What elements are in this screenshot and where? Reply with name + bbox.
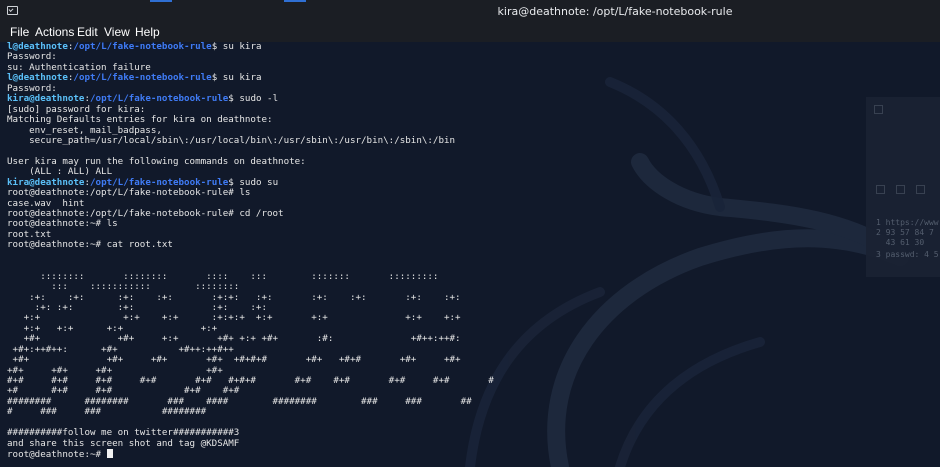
output-text: # ### ### ######## [7, 406, 207, 418]
terminal-line: root@deathnote:~# ls [7, 219, 494, 229]
window-icon [874, 105, 883, 114]
window-title: kira@deathnote: /opt/L/fake-notebook-rul… [497, 5, 733, 18]
output-text: :+: :+: :+: :+: :+:+: :+: :+: :+: :+: :+… [7, 291, 461, 303]
toolbar-icon [896, 185, 905, 194]
output-text: ######## ######## ### #### ######## ### … [7, 395, 472, 407]
menu-edit[interactable]: Edit [77, 25, 98, 39]
panel-row: 3 passwd: 4 5 [876, 250, 939, 259]
toolbar-icon [876, 185, 885, 194]
output-text: +:+ +:+ +:+ :+:+:+ +:+ +:+ +:+ +:+ [7, 312, 461, 324]
output-text: root@deathnote:~# cat root.txt [7, 239, 173, 251]
output-text: Matching Defaults entries for kira on de… [7, 114, 273, 126]
prompt-path: /opt/L/fake-notebook-rule [90, 93, 229, 105]
output-text: root@deathnote:~# ls [7, 218, 118, 230]
terminal-line: l@deathnote:/opt/L/fake-notebook-rule$ s… [7, 42, 494, 52]
output-text: :::::::: :::::::: :::: ::: ::::::: :::::… [7, 270, 439, 282]
output-text: secure_path=/usr/local/sbin\:/usr/local/… [7, 134, 456, 146]
toolbar-icon [916, 185, 925, 194]
output-text: root@deathnote:~# [7, 449, 107, 461]
command-text: sudo su [233, 176, 279, 188]
panel-row: 43 61 30 [876, 238, 925, 247]
output-text: and share this screen shot and tag @KDSA… [7, 437, 240, 449]
background-window: 1 https://www. 2 93 57 84 7 43 61 30 3 p… [866, 97, 940, 277]
terminal-line: root@deathnote:~# [7, 449, 494, 461]
command-text: su kira [217, 42, 262, 52]
output-text: ##########follow me on twitter##########… [7, 427, 240, 439]
panel-row: 2 93 57 84 7 [876, 228, 934, 237]
prompt-user: l@deathnote [7, 72, 68, 84]
prompt-user: kira@deathnote [7, 176, 85, 188]
output-text: (ALL : ALL) ALL [7, 166, 113, 178]
command-text: su kira [217, 72, 262, 84]
terminal-output: l@deathnote:/opt/L/fake-notebook-rule$ s… [7, 42, 494, 460]
output-text: +:+ +:+ +:+ +:+ [7, 322, 218, 334]
prompt-path: /opt/L/fake-notebook-rule [73, 42, 212, 52]
output-text: Password: [7, 51, 57, 63]
output-text: +#+:++#++: +#+ +#++:++#++ [7, 343, 234, 355]
output-text: +# #+# #+# #+# #+# [7, 385, 240, 397]
menu-file[interactable]: File [10, 25, 29, 39]
terminal-line: and share this screen shot and tag @KDSA… [7, 437, 494, 449]
output-text: ::: ::::::::::: :::::::: [7, 281, 240, 293]
output-text: env_reset, mail_badpass, [7, 124, 162, 136]
menu-actions[interactable]: Actions [35, 25, 74, 39]
menu-bar: File Actions Edit View Help [0, 24, 940, 42]
command-text: sudo -l [233, 93, 279, 105]
output-text: Password: [7, 82, 57, 94]
prompt-path: /opt/L/fake-notebook-rule [73, 72, 212, 84]
output-text: root@deathnote:/opt/L/fake-notebook-rule… [7, 187, 251, 199]
terminal-line: # ### ### ######## [7, 407, 494, 417]
output-text: su: Authentication failure [7, 61, 151, 73]
output-text: +#+ +#+ +#+ +#+ [7, 364, 223, 376]
output-text: root@deathnote:/opt/L/fake-notebook-rule… [7, 208, 284, 219]
prompt-path: /opt/L/fake-notebook-rule [90, 176, 229, 188]
terminal-area[interactable]: 1 https://www. 2 93 57 84 7 43 61 30 3 p… [0, 42, 940, 467]
window-titlebar: kira@deathnote: /opt/L/fake-notebook-rul… [0, 0, 940, 25]
titlebar-accent-2 [284, 0, 306, 2]
menu-view[interactable]: View [104, 25, 130, 39]
output-text: [sudo] password for kira: [7, 103, 146, 115]
titlebar-accent [150, 0, 172, 2]
output-text: case.wav hint [7, 197, 85, 209]
output-text: User kira may run the following commands… [7, 155, 306, 167]
panel-row: 1 https://www. [876, 218, 940, 227]
output-text: #+# #+# #+# #+# #+# #+#+# #+# #+# #+# #+… [7, 375, 494, 386]
output-text: +#+ +#+ +#+ +#+ +#+#+# +#+ +#+# +#+ +#+ [7, 354, 461, 366]
terminal-line: root@deathnote:~# cat root.txt [7, 240, 494, 250]
output-text: +#+ +#+ +:+ +#+ +:+ +#+ :#: +#++:++#: [7, 333, 461, 345]
menu-help[interactable]: Help [135, 25, 160, 39]
terminal-line: secure_path=/usr/local/sbin\:/usr/local/… [7, 134, 494, 146]
terminal-line: l@deathnote:/opt/L/fake-notebook-rule$ s… [7, 73, 494, 83]
output-text: root.txt [7, 228, 52, 240]
prompt-user: kira@deathnote [7, 93, 85, 105]
text-cursor[interactable] [106, 449, 113, 459]
output-text: :+: :+: :+: :+: :+: [7, 301, 267, 313]
